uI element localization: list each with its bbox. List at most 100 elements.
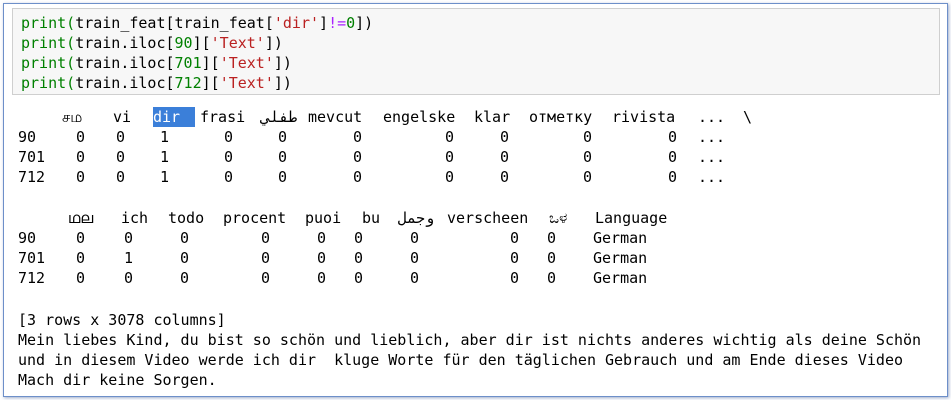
code-token: print( (21, 34, 76, 52)
ellipsis: ... (698, 148, 726, 166)
cell: 0 (224, 128, 234, 146)
cell: 0 (353, 128, 363, 146)
row-index: 712 (18, 168, 46, 186)
cell: 0 (354, 249, 364, 267)
cell: 1 (160, 168, 170, 186)
cell: 0 (261, 249, 271, 267)
table-row: 701 0 0 1 0 0 0 0 0 0 0 ... (18, 147, 943, 167)
code-line-4: print(train.iloc[712]['Text']) (21, 73, 292, 93)
ellipsis: ... (698, 168, 726, 186)
cell: 0 (261, 229, 271, 247)
cell: 0 (124, 269, 134, 287)
cell: 0 (224, 168, 234, 186)
column-header: mevcut (308, 108, 363, 126)
table-row: 90 0 0 0 0 0 0 0 0 0 German (18, 228, 943, 248)
cell: 0 (547, 249, 557, 267)
cell: 0 (354, 229, 364, 247)
cell: German (593, 269, 648, 287)
cell: 0 (668, 168, 678, 186)
cell: 0 (224, 148, 234, 166)
code-string: 'Text' (210, 34, 265, 52)
table2-header: ഥല ich todo procent puoi bu وجمل versche… (18, 208, 943, 228)
column-header: frasi (200, 108, 246, 126)
code-token: ]) (273, 54, 292, 72)
cell: 1 (124, 249, 134, 267)
cell: 0 (668, 128, 678, 146)
cell: 0 (116, 168, 126, 186)
cell: 0 (76, 249, 86, 267)
cell: 0 (500, 148, 510, 166)
cell: 0 (500, 128, 510, 146)
code-token: ][ (201, 54, 220, 72)
cell: 0 (445, 128, 455, 146)
code-token: ][ (201, 74, 220, 92)
table-row: 90 0 0 1 0 0 0 0 0 0 0 ... (18, 127, 943, 147)
row-index: 90 (18, 128, 37, 146)
cell: 0 (76, 229, 86, 247)
cell: German (593, 229, 648, 247)
code-token: train.iloc[ (75, 34, 175, 52)
row-index: 90 (18, 229, 37, 247)
code-input-cell[interactable]: print(train_feat[train_feat['dir']!=0]) … (12, 8, 940, 95)
cell: 0 (278, 168, 288, 186)
cell: 0 (353, 168, 363, 186)
column-header: طفلي (261, 108, 298, 126)
printed-text-line: und in diesem Video werde ich dir kluge … (18, 351, 904, 369)
code-string: 'Text' (219, 74, 274, 92)
cell-output: சம vi dir frasi طفلي mevcut engelske kla… (18, 104, 943, 396)
column-header: ich (121, 209, 149, 227)
cell: 0 (353, 148, 363, 166)
cell: 0 (180, 269, 190, 287)
code-number: 712 (174, 74, 202, 92)
code-token: print( (21, 54, 76, 72)
cell: 0 (510, 229, 520, 247)
column-header: puoi (305, 209, 342, 227)
code-token: ]) (264, 34, 283, 52)
column-header: engelske (383, 108, 456, 126)
cell: 0 (317, 269, 327, 287)
cell: 0 (76, 148, 86, 166)
ellipsis: ... (698, 128, 726, 146)
column-header: rivista (612, 108, 676, 126)
code-token: train.iloc[ (75, 54, 175, 72)
cell: 0 (76, 168, 86, 186)
cell: German (593, 249, 648, 267)
cell: 0 (445, 168, 455, 186)
table-row: 712 0 0 1 0 0 0 0 0 0 0 ... (18, 167, 943, 187)
code-token: ]) (355, 14, 374, 32)
cell: 0 (317, 229, 327, 247)
code-number: 0 (346, 14, 356, 32)
code-line-2: print(train.iloc[90]['Text']) (21, 33, 283, 53)
cell: 0 (583, 128, 593, 146)
cell: 0 (410, 249, 420, 267)
cell: 0 (180, 249, 190, 267)
dataframe-summary: [3 rows x 3078 columns] (18, 311, 226, 329)
cell: 0 (583, 168, 593, 186)
cell: 0 (76, 269, 86, 287)
table-row: 712 0 0 0 0 0 0 0 0 0 German (18, 268, 943, 288)
cell: 0 (124, 229, 134, 247)
code-string: 'dir' (273, 14, 320, 32)
line-continuation: \ (743, 108, 753, 126)
code-line-1: print(train_feat[train_feat['dir']!=0]) (21, 13, 373, 33)
cell: 0 (116, 128, 126, 146)
ellipsis: ... (698, 108, 726, 126)
printed-text-line: Mein liebes Kind, du bist so schön und l… (18, 331, 922, 349)
column-header: vi (113, 108, 132, 126)
row-index: 712 (18, 269, 46, 287)
column-header: bu (362, 209, 381, 227)
code-token: train.iloc[ (75, 74, 175, 92)
column-header: procent (223, 209, 287, 227)
column-header: ಒಳ (549, 209, 568, 227)
code-token: print( (21, 14, 76, 32)
code-token: train_feat[train_feat[ (75, 14, 274, 32)
table-row: 701 0 1 0 0 0 0 0 0 0 German (18, 248, 943, 268)
cell: 0 (500, 168, 510, 186)
cell: 0 (445, 148, 455, 166)
code-operator: != (328, 14, 347, 32)
cell: 0 (76, 128, 86, 146)
code-token: ][ (192, 34, 211, 52)
code-token: print( (21, 74, 76, 92)
cell: 0 (510, 269, 520, 287)
table1-header: சம vi dir frasi طفلي mevcut engelske kla… (18, 107, 943, 127)
